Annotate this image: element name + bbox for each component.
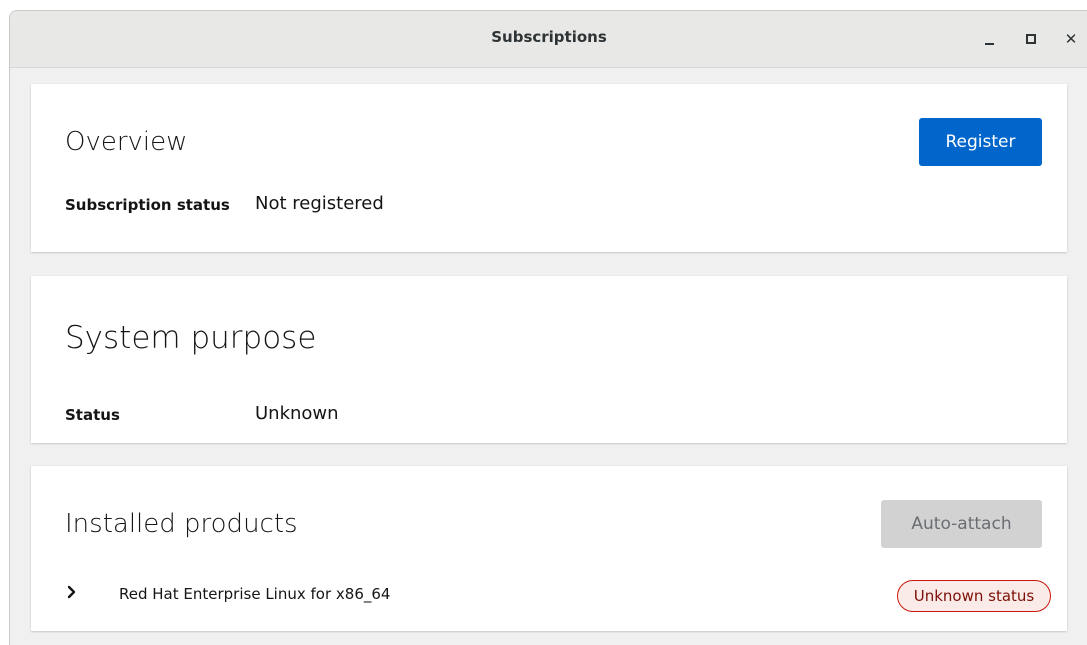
overview-title: Overview (65, 127, 188, 157)
installed-products-card: Installed products Auto-attach Red Hat E… (31, 466, 1067, 631)
chevron-right-icon[interactable] (65, 585, 79, 599)
titlebar: Subscriptions ✕ (10, 11, 1087, 68)
window-title: Subscriptions (491, 28, 607, 46)
purpose-status-label: Status (65, 406, 120, 424)
system-purpose-title: System purpose (65, 320, 317, 356)
subscription-status-label: Subscription status (65, 196, 230, 214)
register-button[interactable]: Register (919, 118, 1042, 166)
maximize-icon (1026, 34, 1036, 44)
installed-products-title: Installed products (65, 509, 298, 539)
system-purpose-card: System purpose Status Unknown (31, 276, 1067, 443)
purpose-status-value: Unknown (255, 403, 339, 424)
overview-card: Overview Register Subscription status No… (31, 84, 1067, 252)
close-icon: ✕ (1064, 29, 1078, 48)
minimize-button[interactable] (978, 28, 1000, 50)
minimize-icon (984, 42, 994, 46)
subscriptions-window: Subscriptions ✕ Overview Register Subscr… (9, 10, 1087, 645)
auto-attach-button[interactable]: Auto-attach (881, 500, 1042, 548)
product-name: Red Hat Enterprise Linux for x86_64 (119, 585, 391, 603)
status-badge: Unknown status (897, 580, 1051, 612)
maximize-button[interactable] (1020, 28, 1042, 50)
subscription-status-value: Not registered (255, 193, 384, 214)
close-button[interactable]: ✕ (1060, 28, 1082, 50)
